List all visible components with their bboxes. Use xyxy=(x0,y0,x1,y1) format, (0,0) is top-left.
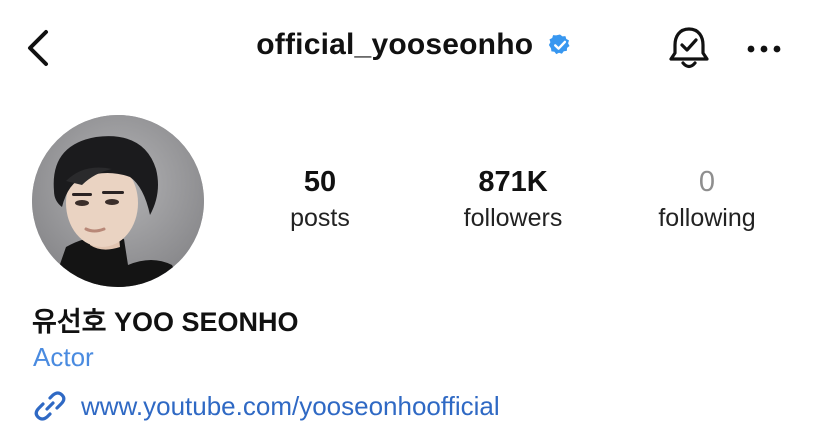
followers-stat[interactable]: 871K followers xyxy=(433,165,593,235)
following-label: following xyxy=(658,204,756,232)
posts-count: 50 xyxy=(303,166,337,198)
avatar[interactable] xyxy=(32,115,204,287)
link-icon xyxy=(34,391,66,421)
followers-label: followers xyxy=(463,204,563,232)
more-options-button[interactable] xyxy=(744,34,784,64)
posts-stat[interactable]: 50 posts xyxy=(240,165,400,235)
link-text: www.youtube.com/yooseonhoofficial xyxy=(81,390,500,421)
display-name: 유선호 YOO SEONHO xyxy=(32,307,299,337)
category-label: Actor xyxy=(33,342,94,372)
username-title: official_yooseonho xyxy=(256,28,534,61)
following-count: 0 xyxy=(698,166,716,198)
verified-badge-icon xyxy=(548,34,570,55)
external-link[interactable]: www.youtube.com/yooseonhoofficial xyxy=(33,388,500,424)
notification-bell-icon xyxy=(669,27,709,69)
followers-count: 871K xyxy=(478,166,548,198)
more-dots-icon xyxy=(747,45,781,53)
notification-bell-button[interactable] xyxy=(666,24,712,72)
posts-label: posts xyxy=(290,204,350,232)
following-stat[interactable]: 0 following xyxy=(627,165,787,235)
profile-photo xyxy=(32,115,204,287)
